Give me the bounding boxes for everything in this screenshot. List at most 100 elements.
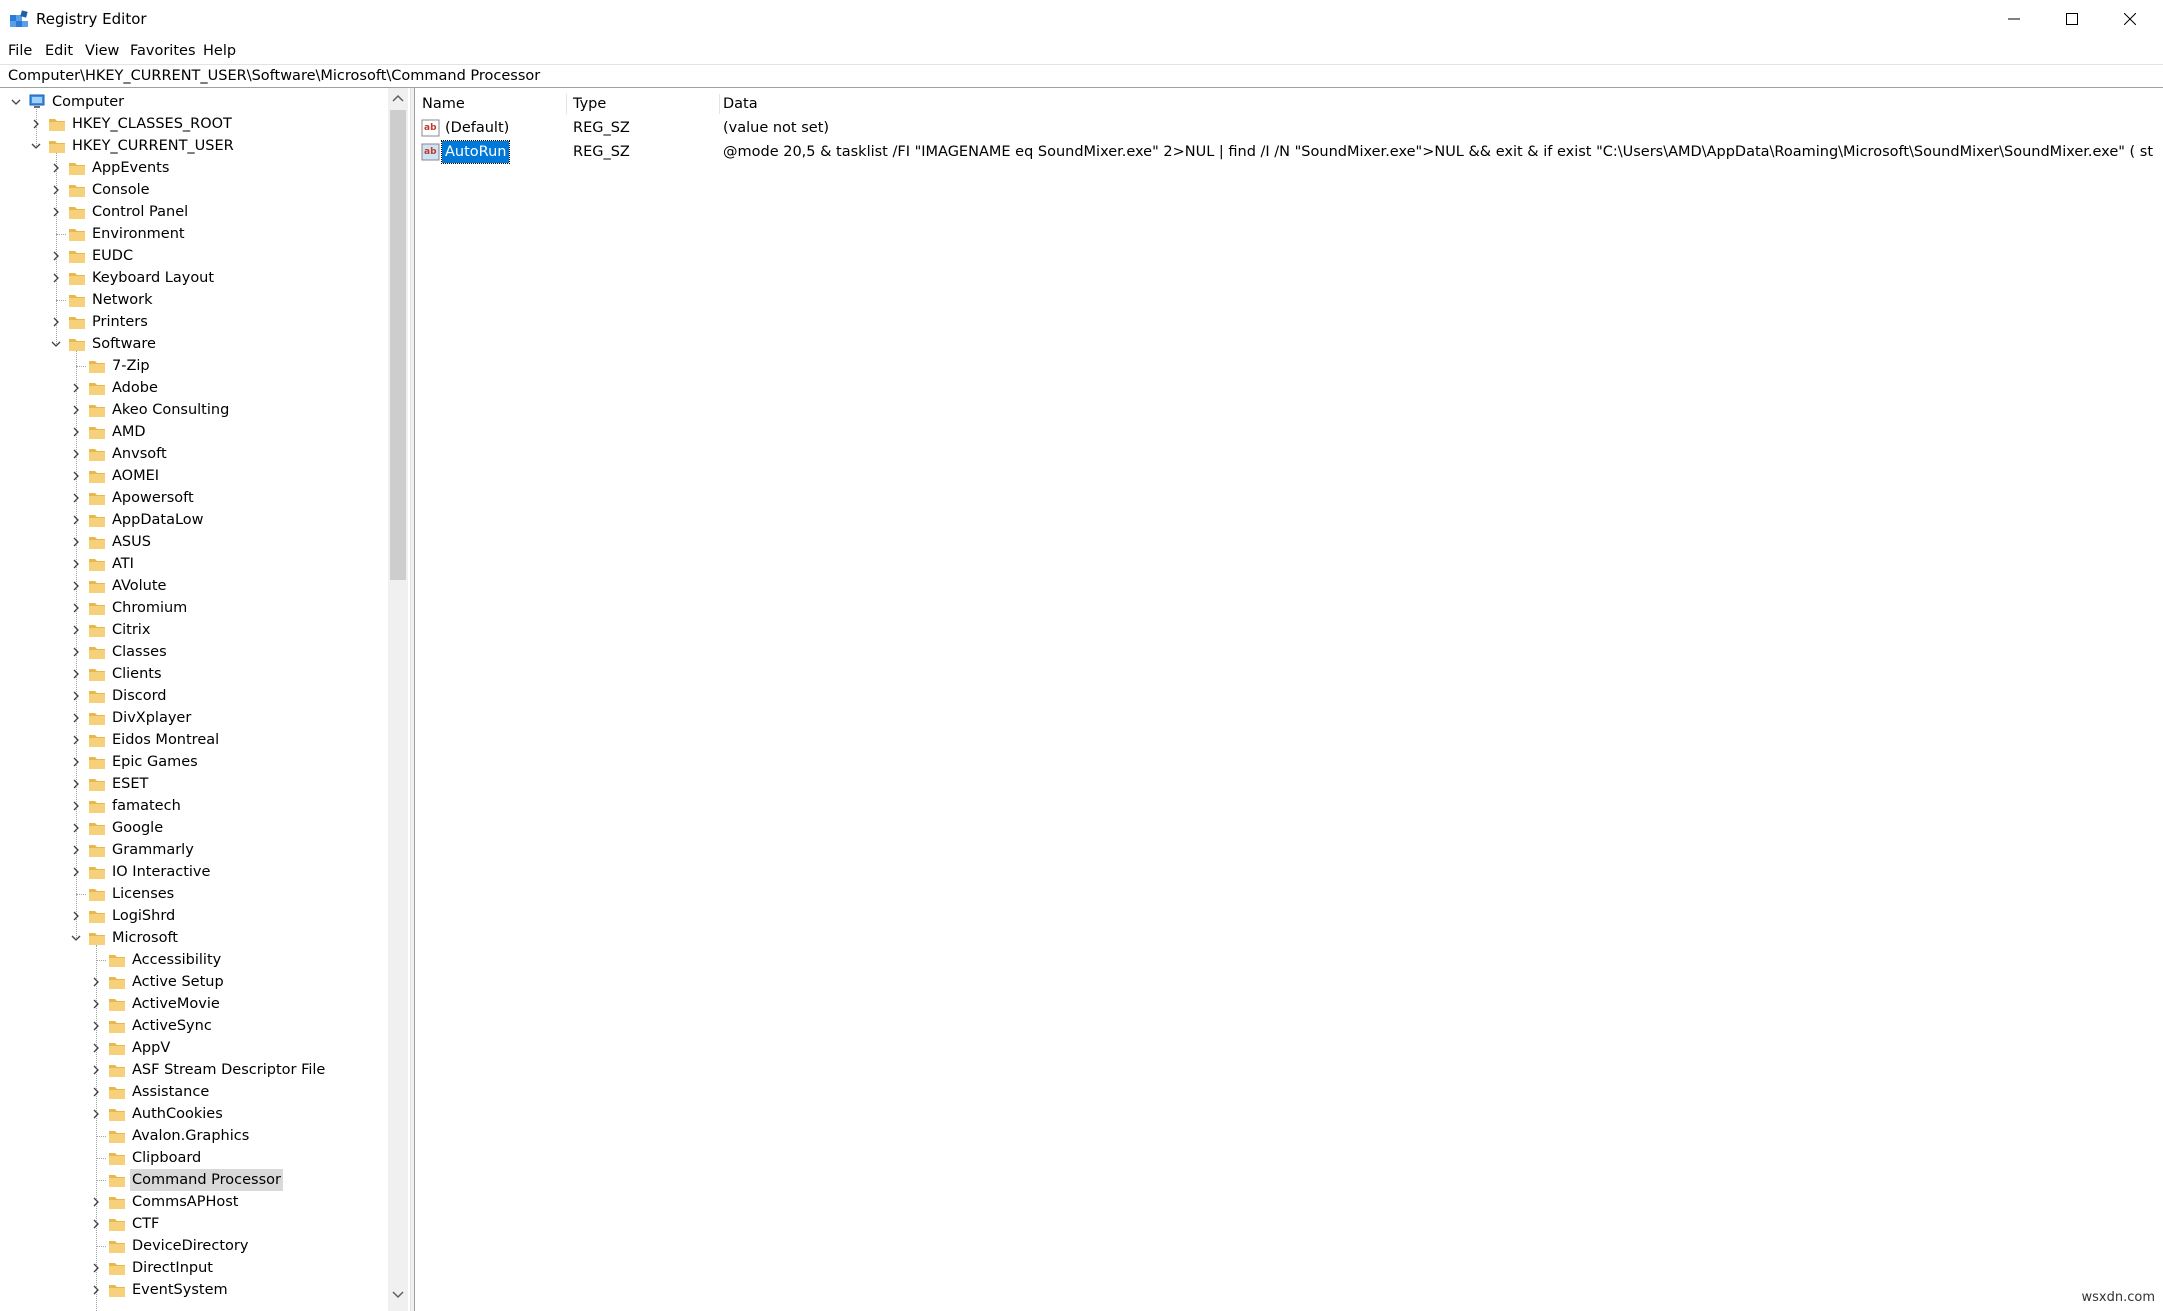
chevron-right-icon[interactable] [70, 778, 82, 790]
tree-node-avolute[interactable]: AVolute [70, 575, 410, 597]
tree-node-7-zip[interactable]: 7-Zip [70, 355, 410, 377]
tree-node-assistance[interactable]: Assistance [90, 1081, 410, 1103]
chevron-down-icon[interactable] [50, 338, 62, 350]
menu-edit[interactable]: Edit [45, 41, 73, 61]
chevron-right-icon[interactable] [90, 1262, 102, 1274]
tree-node-activemovie[interactable]: ActiveMovie [90, 993, 410, 1015]
tree-node-eudc[interactable]: EUDC [50, 245, 410, 267]
column-divider[interactable] [566, 94, 567, 114]
tree-node-appv[interactable]: AppV [90, 1037, 410, 1059]
tree-node-anvsoft[interactable]: Anvsoft [70, 443, 410, 465]
tree-node-epic-games[interactable]: Epic Games [70, 751, 410, 773]
chevron-right-icon[interactable] [50, 272, 62, 284]
value-row-autorun[interactable]: ab AutoRun REG_SZ @mode 20,5 & tasklist /FI… [415, 140, 2163, 164]
chevron-right-icon[interactable] [70, 492, 82, 504]
chevron-right-icon[interactable] [70, 668, 82, 680]
tree-node-appdatalow[interactable]: AppDataLow [70, 509, 410, 531]
chevron-right-icon[interactable] [70, 448, 82, 460]
chevron-right-icon[interactable] [70, 756, 82, 768]
tree-node-appevents[interactable]: AppEvents [50, 157, 410, 179]
value-row-default[interactable]: ab (Default) REG_SZ (value not set) [415, 116, 2163, 140]
chevron-down-icon[interactable] [70, 932, 82, 944]
menu-help[interactable]: Help [203, 41, 236, 61]
tree-node-aomei[interactable]: AOMEI [70, 465, 410, 487]
scroll-thumb[interactable] [390, 110, 406, 580]
chevron-right-icon[interactable] [70, 536, 82, 548]
chevron-right-icon[interactable] [70, 910, 82, 922]
tree-node-citrix[interactable]: Citrix [70, 619, 410, 641]
tree-node-command-processor[interactable]: Command Processor [90, 1169, 410, 1191]
minimize-button[interactable] [1985, 0, 2043, 40]
tree-node-licenses[interactable]: Licenses [70, 883, 410, 905]
tree-node-hkey-current-user[interactable]: HKEY_CURRENT_USER [30, 135, 410, 157]
chevron-right-icon[interactable] [90, 1196, 102, 1208]
chevron-right-icon[interactable] [90, 1064, 102, 1076]
column-header-type[interactable]: Type [573, 92, 606, 116]
chevron-right-icon[interactable] [90, 1086, 102, 1098]
chevron-right-icon[interactable] [70, 514, 82, 526]
chevron-right-icon[interactable] [50, 250, 62, 262]
tree-node-microsoft[interactable]: Microsoft [70, 927, 410, 949]
tree-node-google[interactable]: Google [70, 817, 410, 839]
key-tree[interactable]: Computer HKEY_CLASSES_ROOT HKEY_CURRENT_US… [0, 88, 410, 1311]
menu-favorites[interactable]: Favorites [130, 41, 196, 61]
column-divider[interactable] [719, 94, 720, 114]
tree-node-adobe[interactable]: Adobe [70, 377, 410, 399]
close-button[interactable] [2101, 0, 2159, 40]
tree-node-clipboard[interactable]: Clipboard [90, 1147, 410, 1169]
chevron-right-icon[interactable] [50, 184, 62, 196]
tree-node-clients[interactable]: Clients [70, 663, 410, 685]
scroll-down-icon[interactable] [392, 1290, 404, 1300]
address-bar[interactable]: Computer\HKEY_CURRENT_USER\Software\Micr… [0, 64, 2163, 88]
tree-node-software[interactable]: Software [50, 333, 410, 355]
chevron-right-icon[interactable] [30, 118, 42, 130]
tree-node-classes[interactable]: Classes [70, 641, 410, 663]
chevron-right-icon[interactable] [90, 976, 102, 988]
value-list[interactable]: Name Type Data ab (Default) REG_SZ (value n… [415, 88, 2163, 1311]
maximize-button[interactable] [2043, 0, 2101, 40]
tree-node-ctf[interactable]: CTF [90, 1213, 410, 1235]
chevron-right-icon[interactable] [70, 844, 82, 856]
chevron-right-icon[interactable] [90, 1108, 102, 1120]
tree-node-ati[interactable]: ATI [70, 553, 410, 575]
tree-node-asus[interactable]: ASUS [70, 531, 410, 553]
address-path[interactable]: Computer\HKEY_CURRENT_USER\Software\Micr… [8, 66, 540, 86]
chevron-right-icon[interactable] [50, 316, 62, 328]
tree-node-directinput[interactable]: DirectInput [90, 1257, 410, 1279]
tree-node-computer[interactable]: Computer [10, 91, 390, 113]
chevron-right-icon[interactable] [70, 734, 82, 746]
tree-node-apowersoft[interactable]: Apowersoft [70, 487, 410, 509]
tree-node-eidos-montreal[interactable]: Eidos Montreal [70, 729, 410, 751]
tree-node-amd[interactable]: AMD [70, 421, 410, 443]
chevron-right-icon[interactable] [70, 822, 82, 834]
chevron-right-icon[interactable] [70, 558, 82, 570]
value-name[interactable]: AutoRun [440, 140, 511, 164]
chevron-right-icon[interactable] [70, 404, 82, 416]
chevron-right-icon[interactable] [70, 382, 82, 394]
chevron-down-icon[interactable] [30, 140, 42, 152]
tree-node-avalon-graphics[interactable]: Avalon.Graphics [90, 1125, 410, 1147]
chevron-right-icon[interactable] [50, 206, 62, 218]
tree-node-discord[interactable]: Discord [70, 685, 410, 707]
tree-node-active-setup[interactable]: Active Setup [90, 971, 410, 993]
chevron-right-icon[interactable] [70, 712, 82, 724]
tree-node-accessibility[interactable]: Accessibility [90, 949, 410, 971]
tree-node-eventsystem[interactable]: EventSystem [90, 1279, 410, 1301]
chevron-right-icon[interactable] [70, 624, 82, 636]
tree-scrollbar[interactable] [388, 88, 408, 1311]
tree-node-activesync[interactable]: ActiveSync [90, 1015, 410, 1037]
tree-node-devicedirectory[interactable]: DeviceDirectory [90, 1235, 410, 1257]
tree-node-divxplayer[interactable]: DivXplayer [70, 707, 410, 729]
chevron-right-icon[interactable] [70, 602, 82, 614]
tree-node-keyboard-layout[interactable]: Keyboard Layout [50, 267, 410, 289]
chevron-right-icon[interactable] [90, 1284, 102, 1296]
chevron-right-icon[interactable] [90, 1020, 102, 1032]
tree-node-famatech[interactable]: famatech [70, 795, 410, 817]
chevron-right-icon[interactable] [90, 1218, 102, 1230]
chevron-right-icon[interactable] [70, 580, 82, 592]
chevron-right-icon[interactable] [50, 162, 62, 174]
chevron-right-icon[interactable] [70, 470, 82, 482]
chevron-right-icon[interactable] [70, 426, 82, 438]
menu-view[interactable]: View [85, 41, 119, 61]
chevron-right-icon[interactable] [70, 690, 82, 702]
